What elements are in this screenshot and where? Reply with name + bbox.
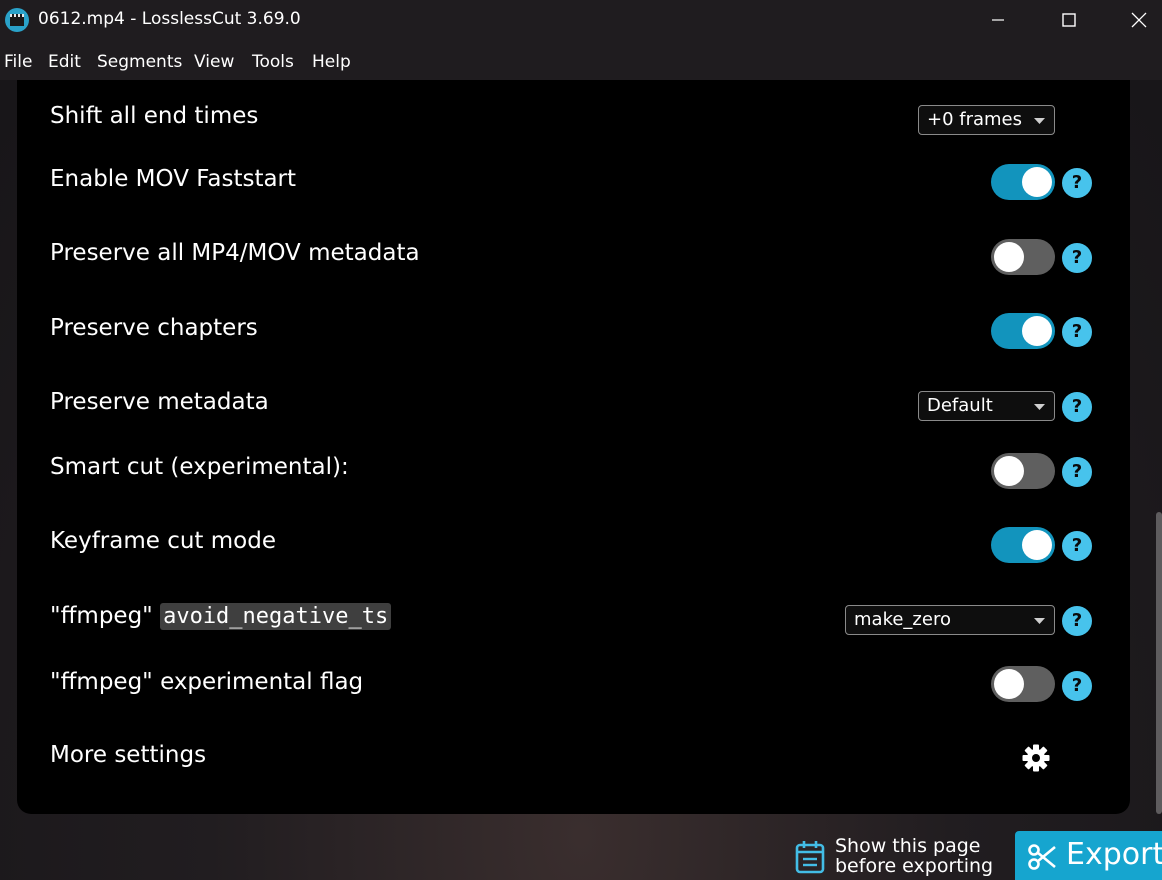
app-window: 0612.mp4 - LosslessCut 3.69.0 File Edit … [0, 0, 1162, 880]
title-bar: 0612.mp4 - LosslessCut 3.69.0 [0, 0, 1162, 40]
preserve-mp4-metadata-label: Preserve all MP4/MOV metadata [50, 240, 420, 266]
menu-edit[interactable]: Edit [48, 52, 81, 72]
avoid-negative-ts-prefix: "ffmpeg" [50, 603, 161, 629]
smart-cut-help-icon[interactable]: ? [1062, 457, 1092, 487]
experimental-flag-label: "ffmpeg" experimental flag [50, 669, 364, 695]
experimental-flag-toggle[interactable] [991, 666, 1055, 702]
toggle-knob [1022, 530, 1052, 560]
preserve-metadata-value: Default [927, 395, 993, 416]
avoid-negative-ts-value: make_zero [854, 609, 951, 630]
menu-file[interactable]: File [4, 52, 32, 72]
avoid-negative-ts-label: "ffmpeg" avoid_negative_ts [50, 603, 392, 630]
smart-cut-label: Smart cut (experimental): [50, 454, 349, 480]
clapperboard-icon [5, 8, 29, 32]
scissors-icon [1028, 844, 1056, 870]
settings-scrollbar-thumb[interactable] [1156, 512, 1162, 814]
avoid-negative-ts-help-icon[interactable]: ? [1062, 606, 1092, 636]
more-settings-label: More settings [50, 742, 207, 768]
preserve-metadata-select[interactable]: Default [918, 391, 1055, 421]
menu-help[interactable]: Help [312, 52, 351, 72]
caret-down-icon [1034, 618, 1045, 624]
avoid-negative-ts-code: avoid_negative_ts [160, 603, 392, 630]
preserve-chapters-help-icon[interactable]: ? [1062, 317, 1092, 347]
toggle-knob [994, 669, 1024, 699]
mov-faststart-toggle[interactable] [991, 164, 1055, 200]
preserve-chapters-toggle[interactable] [991, 313, 1055, 349]
maximize-button[interactable] [1044, 0, 1094, 40]
preserve-mp4-metadata-help-icon[interactable]: ? [1062, 243, 1092, 273]
preserve-metadata-help-icon[interactable]: ? [1062, 392, 1092, 422]
avoid-negative-ts-select[interactable]: make_zero [845, 605, 1055, 635]
gear-icon[interactable] [1021, 743, 1051, 773]
menu-view[interactable]: View [194, 52, 234, 72]
toggle-knob [1022, 167, 1052, 197]
smart-cut-toggle[interactable] [991, 453, 1055, 489]
shift-end-times-label: Shift all end times [50, 103, 259, 129]
show-page-before-export-toggle[interactable]: Show this page before exporting [835, 836, 993, 876]
shift-end-times-value: +0 frames [927, 109, 1023, 130]
export-settings-panel: Shift all end times +0 frames Enable MOV… [17, 80, 1130, 814]
keyframe-cut-toggle[interactable] [991, 527, 1055, 563]
minimize-button[interactable] [973, 0, 1023, 40]
keyframe-cut-help-icon[interactable]: ? [1062, 531, 1092, 561]
close-icon [1131, 12, 1147, 28]
toggle-knob [1022, 316, 1052, 346]
toggle-knob [994, 242, 1024, 272]
preserve-metadata-label: Preserve metadata [50, 389, 269, 415]
caret-down-icon [1034, 404, 1045, 410]
preserve-chapters-label: Preserve chapters [50, 315, 258, 341]
calendar-icon[interactable] [795, 840, 825, 874]
menu-tools[interactable]: Tools [252, 52, 294, 72]
show-page-line2: before exporting [835, 855, 994, 877]
close-button[interactable] [1114, 0, 1162, 40]
window-title: 0612.mp4 - LosslessCut 3.69.0 [38, 9, 301, 29]
keyframe-cut-label: Keyframe cut mode [50, 528, 276, 554]
experimental-flag-help-icon[interactable]: ? [1062, 671, 1092, 701]
caret-down-icon [1034, 118, 1045, 124]
minimize-icon [992, 19, 1004, 21]
export-button[interactable]: Export [1015, 831, 1162, 880]
toggle-knob [994, 456, 1024, 486]
export-label: Export [1066, 837, 1162, 872]
menu-segments[interactable]: Segments [97, 52, 182, 72]
maximize-icon [1062, 13, 1076, 27]
menu-bar: File Edit Segments View Tools Help [0, 40, 1162, 80]
shift-end-times-select[interactable]: +0 frames [918, 105, 1055, 135]
show-page-line1: Show this page [835, 835, 981, 857]
mov-faststart-help-icon[interactable]: ? [1062, 168, 1092, 198]
preserve-mp4-metadata-toggle[interactable] [991, 239, 1055, 275]
mov-faststart-label: Enable MOV Faststart [50, 166, 297, 192]
